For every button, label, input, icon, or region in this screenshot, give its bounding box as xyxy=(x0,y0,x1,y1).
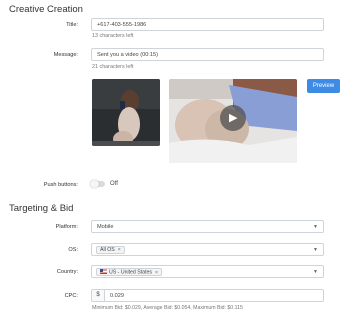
title-helper: 13 characters left xyxy=(92,33,134,39)
play-icon: ▶ xyxy=(229,112,238,124)
chevron-down-icon: ▼ xyxy=(313,224,318,230)
os-chip-label: All OS xyxy=(100,247,115,253)
targeting-section-title: Targeting & Bid xyxy=(9,203,74,214)
os-select[interactable]: All OS × ▼ xyxy=(91,243,324,256)
country-label: Country: xyxy=(56,269,78,275)
platform-value: Mobile xyxy=(97,224,114,230)
os-label: OS: xyxy=(68,247,78,253)
cpc-value: 0.029 xyxy=(110,293,124,299)
message-input[interactable]: Sent you a video (00:15) xyxy=(91,48,324,61)
chevron-down-icon: ▼ xyxy=(313,269,318,275)
creative-section-title: Creative Creation xyxy=(9,4,83,15)
message-helper: 21 characters left xyxy=(92,64,134,70)
remove-os-icon[interactable]: × xyxy=(118,247,121,253)
platform-select[interactable]: Mobile ▼ xyxy=(91,220,324,233)
cpc-input[interactable]: $ 0.029 xyxy=(91,289,324,302)
message-label: Message: xyxy=(53,52,78,58)
title-input[interactable]: +617-403-555-1986 xyxy=(91,18,324,31)
message-input-value: Sent you a video (00:15) xyxy=(97,52,158,58)
push-buttons-label: Push buttons: xyxy=(43,182,78,188)
push-buttons-state: Off xyxy=(110,181,118,187)
play-button[interactable]: ▶ xyxy=(220,105,246,131)
preview-button[interactable]: Preview xyxy=(307,79,340,93)
country-select[interactable]: US - United States × ▼ xyxy=(91,265,324,278)
chevron-down-icon: ▼ xyxy=(313,247,318,253)
bid-info: Minimum Bid: $0.029, Average Bid: $0.054… xyxy=(92,305,243,311)
os-chip: All OS × xyxy=(96,246,125,254)
cpc-currency-prefix: $ xyxy=(92,290,105,301)
push-buttons-toggle[interactable] xyxy=(90,179,105,188)
creative-image[interactable] xyxy=(92,79,160,146)
cpc-label: CPC: xyxy=(64,293,78,299)
us-flag-icon xyxy=(100,269,107,274)
creative-video[interactable]: ▶ xyxy=(169,79,297,163)
remove-country-icon[interactable]: × xyxy=(155,270,158,276)
country-chip: US - United States × xyxy=(96,268,162,276)
creative-image-graphic xyxy=(92,79,160,146)
title-input-value: +617-403-555-1986 xyxy=(97,22,147,28)
title-label: Title: xyxy=(66,22,78,28)
country-chip-label: US - United States xyxy=(109,269,152,276)
toggle-knob xyxy=(90,179,99,188)
platform-label: Platform: xyxy=(55,224,78,230)
